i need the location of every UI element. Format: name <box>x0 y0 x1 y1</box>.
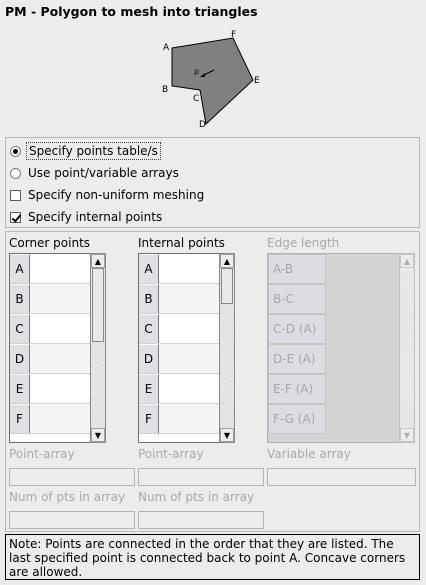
row-header: E-F (A) <box>268 374 326 404</box>
diagram-label-c: C <box>193 94 199 104</box>
table-row: D-E (A) <box>268 344 414 374</box>
row-header: C <box>139 314 159 343</box>
option-label: Specify non-uniform meshing <box>28 188 205 202</box>
polygon-shape <box>171 37 254 125</box>
row-header: B <box>10 284 30 313</box>
table-row: C-D (A) <box>268 314 414 344</box>
option-label: Specify points table/s <box>26 142 161 160</box>
row-header: F-G (A) <box>268 404 326 434</box>
edge-length-table: A-B B-C C-D (A) D-E (A) E-F (A) F-G (A) <box>267 253 415 443</box>
row-header: E <box>10 374 30 403</box>
diagram-label-b: B <box>162 85 168 95</box>
row-header: B <box>139 284 159 313</box>
radio-icon[interactable] <box>10 167 21 179</box>
scroll-thumb[interactable] <box>92 268 104 342</box>
table-row: B-C <box>268 284 414 314</box>
point-array-label-1: Point-array <box>9 447 75 461</box>
diagram-label-d: D <box>199 120 206 130</box>
edge-length-scrollbar: ▲ ▼ <box>399 253 415 443</box>
scroll-up-icon: ▲ <box>400 254 414 268</box>
checkbox-icon[interactable] <box>10 211 21 223</box>
corner-points-header: Corner points <box>9 236 91 250</box>
corner-points-scrollbar[interactable]: ▲ ▼ <box>90 253 106 443</box>
variable-array-field <box>267 468 416 486</box>
row-header: A <box>139 254 159 283</box>
row-header: F <box>139 404 159 433</box>
row-header: F <box>10 404 30 433</box>
scroll-up-icon[interactable]: ▲ <box>220 254 234 268</box>
internal-points-scrollbar[interactable]: ▲ ▼ <box>219 253 235 443</box>
option-use-point-arrays[interactable]: Use point/variable arrays <box>10 164 179 182</box>
window-title: PM - Polygon to mesh into triangles <box>5 4 258 19</box>
row-header: D-E (A) <box>268 344 326 374</box>
option-label: Use point/variable arrays <box>28 166 179 180</box>
option-specify-points-tables[interactable]: Specify points table/s <box>10 142 161 160</box>
table-row: E-F (A) <box>268 374 414 404</box>
scroll-up-icon[interactable]: ▲ <box>91 254 105 268</box>
option-internal-points[interactable]: Specify internal points <box>10 208 162 226</box>
variable-array-label: Variable array <box>267 447 351 461</box>
row-header: A-B <box>268 254 326 284</box>
points-tables-panel: Corner points A B C D E F ▲ ▼ Internal p… <box>5 231 420 532</box>
diagram-label-f: F <box>231 30 236 40</box>
internal-points-header: Internal points <box>138 236 225 250</box>
row-header: C-D (A) <box>268 314 326 344</box>
point-array-field-2 <box>138 468 264 486</box>
table-row: A-B <box>268 254 414 284</box>
row-header: E <box>139 374 159 403</box>
diagram-label-e: E <box>254 76 260 86</box>
num-pts-label-1: Num of pts in array <box>9 490 126 504</box>
row-header: C <box>10 314 30 343</box>
diagram-center-label: ρ <box>194 67 199 76</box>
num-pts-label-2: Num of pts in array <box>138 490 255 504</box>
scroll-thumb[interactable] <box>221 268 233 304</box>
scroll-down-icon: ▼ <box>400 428 414 442</box>
diagram-label-a: A <box>163 43 170 53</box>
option-non-uniform-meshing[interactable]: Specify non-uniform meshing <box>10 186 204 204</box>
checkbox-icon[interactable] <box>10 189 21 201</box>
radio-icon[interactable] <box>10 145 21 157</box>
scroll-down-icon[interactable]: ▼ <box>220 428 234 442</box>
polygon-diagram: A F E B C D ρ <box>162 30 260 130</box>
point-array-field-1 <box>9 468 135 486</box>
note-text: Note: Points are connected in the order … <box>5 534 420 580</box>
input-mode-options: Specify points table/s Use point/variabl… <box>5 137 420 228</box>
num-pts-field-2 <box>138 511 264 529</box>
row-header: A <box>10 254 30 283</box>
row-header: D <box>139 344 159 373</box>
row-header: D <box>10 344 30 373</box>
table-row: F-G (A) <box>268 404 414 434</box>
scroll-down-icon[interactable]: ▼ <box>91 428 105 442</box>
point-array-label-2: Point-array <box>138 447 204 461</box>
row-header: B-C <box>268 284 326 314</box>
num-pts-field-1 <box>9 511 135 529</box>
option-label: Specify internal points <box>28 210 163 224</box>
edge-length-header: Edge length <box>267 236 340 250</box>
